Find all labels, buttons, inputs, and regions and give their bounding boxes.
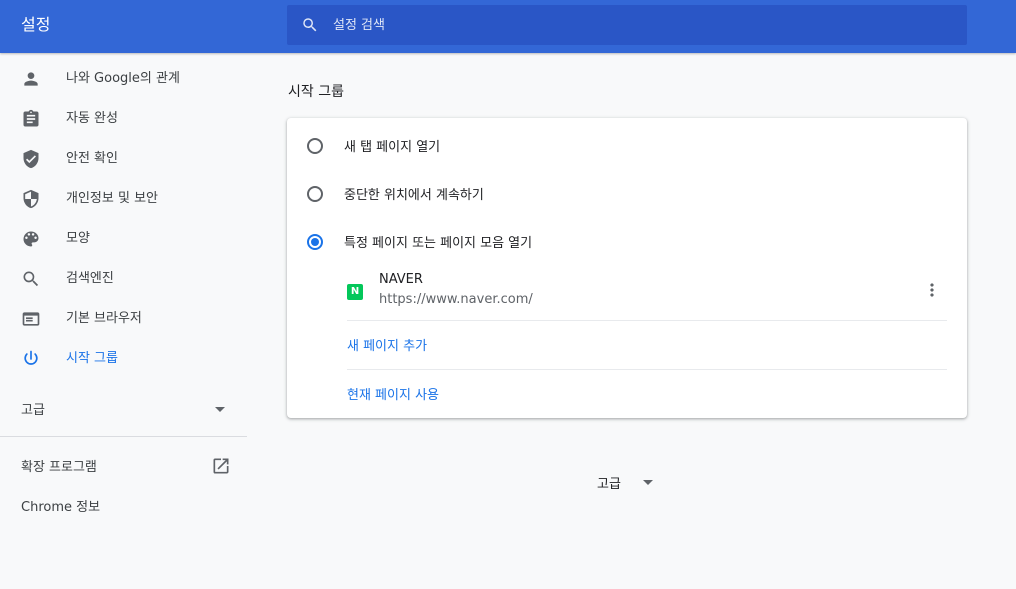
sidebar-item-privacy[interactable]: 개인정보 및 보안 [0,179,247,219]
extensions-label: 확장 프로그램 [21,460,97,475]
card-divider [347,320,947,321]
radio-label: 특정 페이지 또는 페이지 모음 열기 [344,236,533,251]
startup-page-name: NAVER [379,272,423,287]
use-current-pages-link[interactable]: 현재 페이지 사용 [347,384,439,403]
sidebar-item-autofill[interactable]: 자동 완성 [0,99,247,139]
naver-favicon-icon: N [347,284,363,300]
sidebar-item-label: 개인정보 및 보안 [66,191,158,206]
radio-option-continue[interactable]: 중단한 위치에서 계속하기 [287,170,967,210]
radio-option-new-tab[interactable]: 새 탭 페이지 열기 [287,122,967,162]
sidebar-item-about-chrome[interactable]: Chrome 정보 [0,485,247,525]
sidebar-item-label: 모양 [66,231,90,246]
sidebar-item-extensions[interactable]: 확장 프로그램 [0,445,247,485]
startup-page-entry: N NAVER https://www.naver.com/ [347,268,947,316]
about-chrome-label: Chrome 정보 [21,500,101,515]
sidebar-item-safety-check[interactable]: 안전 확인 [0,139,247,179]
sidebar-item-on-startup[interactable]: 시작 그룹 [0,339,247,379]
sidebar-item-you-and-google[interactable]: 나와 Google의 관계 [0,59,247,99]
sidebar-item-label: 검색엔진 [66,271,114,286]
search-icon [303,18,317,32]
sidebar: 나와 Google의 관계 자동 완성 안전 확인 개인정보 및 보안 모양 검… [0,53,247,589]
search-icon [23,271,39,287]
sidebar-item-search-engine[interactable]: 검색엔진 [0,259,247,299]
sidebar-item-appearance[interactable]: 모양 [0,219,247,259]
person-icon [24,72,38,86]
sidebar-item-label: 안전 확인 [66,151,118,166]
advanced-label: 고급 [21,403,45,418]
radio-button-selected[interactable] [307,234,323,250]
search-input[interactable] [333,15,933,35]
radio-button[interactable] [307,186,323,202]
caret-down-icon [215,407,225,412]
sidebar-item-label: 자동 완성 [66,111,118,126]
sidebar-item-label: 시작 그룹 [66,351,118,366]
shield-half-icon [23,189,39,209]
advanced-label: 고급 [597,477,621,492]
sidebar-divider [0,436,247,437]
radio-label: 새 탭 페이지 열기 [344,140,441,155]
top-bar: 설정 [0,0,1016,53]
card-divider [347,369,947,370]
caret-down-icon [643,480,653,485]
open-in-new-icon [213,458,229,474]
palette-icon [23,231,39,247]
more-vert-icon[interactable] [922,280,942,300]
radio-option-specific-pages[interactable]: 특정 페이지 또는 페이지 모음 열기 [287,218,967,258]
radio-button[interactable] [307,138,323,154]
clipboard-icon [23,109,39,127]
advanced-toggle-button[interactable]: 고급 [585,466,665,496]
on-startup-card: 새 탭 페이지 열기 중단한 위치에서 계속하기 특정 페이지 또는 페이지 모… [287,118,967,418]
add-new-page-link[interactable]: 새 페이지 추가 [347,335,427,354]
shield-check-icon [23,149,39,169]
browser-window-icon [22,312,40,326]
sidebar-item-label: 나와 Google의 관계 [66,71,180,86]
page-title: 설정 [21,15,51,34]
section-title: 시작 그룹 [288,84,344,100]
settings-search[interactable] [287,5,967,45]
power-icon [24,350,38,365]
sidebar-item-label: 기본 브라우저 [66,311,142,326]
sidebar-advanced-toggle[interactable]: 고급 [0,388,247,428]
radio-label: 중단한 위치에서 계속하기 [344,188,484,203]
sidebar-item-default-browser[interactable]: 기본 브라우저 [0,299,247,339]
startup-page-url: https://www.naver.com/ [379,292,533,307]
